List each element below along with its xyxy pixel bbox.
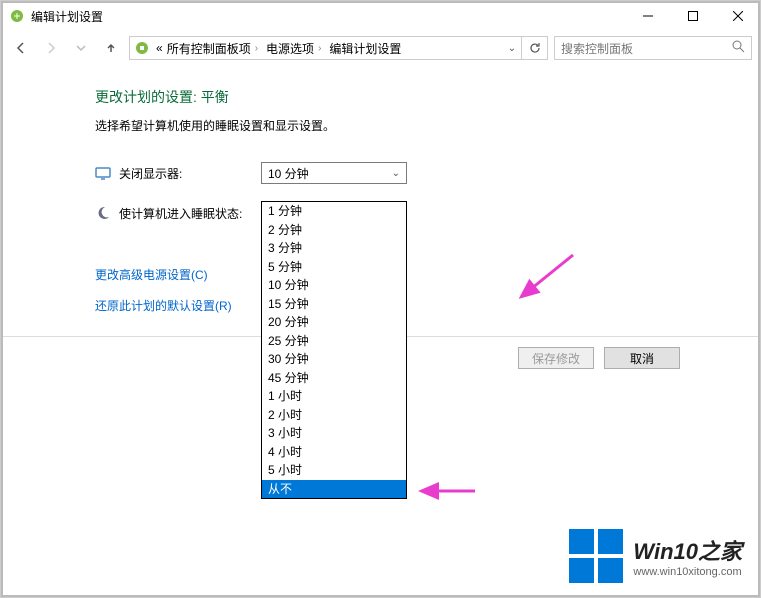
dropdown-option[interactable]: 3 小时 bbox=[262, 424, 406, 443]
window-title: 编辑计划设置 bbox=[31, 8, 103, 25]
content-area: 更改计划的设置: 平衡 选择希望计算机使用的睡眠设置和显示设置。 关闭显示器: … bbox=[1, 65, 760, 314]
breadcrumb-item[interactable]: 电源选项› bbox=[264, 40, 327, 57]
window-controls bbox=[625, 1, 760, 31]
minimize-button[interactable] bbox=[625, 1, 670, 31]
breadcrumb-item[interactable]: 所有控制面板项› bbox=[165, 40, 264, 57]
dropdown-option[interactable]: 2 小时 bbox=[262, 406, 406, 425]
combo-display-off[interactable]: 10 分钟 ⌄ bbox=[261, 162, 407, 184]
dropdown-option[interactable]: 从不 bbox=[262, 480, 406, 499]
monitor-icon bbox=[95, 165, 111, 181]
nav-up-button[interactable] bbox=[99, 36, 123, 60]
label-display-off: 关闭显示器: bbox=[119, 165, 182, 182]
search-placeholder: 搜索控制面板 bbox=[561, 40, 633, 57]
nav-recent-button[interactable] bbox=[69, 36, 93, 60]
breadcrumb-prefix: « bbox=[154, 41, 165, 55]
chevron-right-icon: › bbox=[314, 43, 325, 54]
refresh-button[interactable] bbox=[521, 36, 547, 60]
maximize-button[interactable] bbox=[670, 1, 715, 31]
close-button[interactable] bbox=[715, 1, 760, 31]
titlebar: 编辑计划设置 bbox=[1, 1, 760, 31]
toolbar: « 所有控制面板项› 电源选项› 编辑计划设置 ⌄ 搜索控制面板 bbox=[1, 31, 760, 65]
cancel-button[interactable]: 取消 bbox=[604, 347, 680, 369]
chevron-down-icon: ⌄ bbox=[392, 168, 400, 179]
dropdown-option[interactable]: 1 小时 bbox=[262, 387, 406, 406]
dropdown-option[interactable]: 5 小时 bbox=[262, 461, 406, 480]
search-input[interactable]: 搜索控制面板 bbox=[554, 36, 752, 60]
watermark-title: Win10之家 bbox=[633, 534, 742, 566]
address-bar[interactable]: « 所有控制面板项› 电源选项› 编辑计划设置 ⌄ bbox=[129, 36, 548, 60]
dropdown-option[interactable]: 10 分钟 bbox=[262, 276, 406, 295]
titlebar-left: 编辑计划设置 bbox=[9, 8, 103, 25]
row-sleep: 使计算机进入睡眠状态: 45 分钟 ⌄ bbox=[95, 202, 740, 224]
dropdown-option[interactable]: 15 分钟 bbox=[262, 295, 406, 314]
watermark: Win10之家 www.win10xitong.com bbox=[569, 529, 742, 583]
watermark-url: www.win10xitong.com bbox=[633, 566, 742, 578]
dropdown-option[interactable]: 20 分钟 bbox=[262, 313, 406, 332]
link-advanced-settings[interactable]: 更改高级电源设置(C) bbox=[95, 266, 740, 283]
breadcrumb-item[interactable]: 编辑计划设置 bbox=[327, 40, 403, 57]
row-display-off: 关闭显示器: 10 分钟 ⌄ bbox=[95, 162, 740, 184]
dropdown-option[interactable]: 25 分钟 bbox=[262, 332, 406, 351]
address-dropdown-button[interactable]: ⌄ bbox=[503, 43, 521, 54]
nav-back-button[interactable] bbox=[9, 36, 33, 60]
page-subtext: 选择希望计算机使用的睡眠设置和显示设置。 bbox=[95, 117, 740, 134]
window-icon bbox=[9, 8, 25, 24]
dropdown-option[interactable]: 45 分钟 bbox=[262, 369, 406, 388]
dropdown-option[interactable]: 1 分钟 bbox=[262, 202, 406, 221]
control-panel-icon bbox=[134, 40, 150, 56]
label-sleep: 使计算机进入睡眠状态: bbox=[119, 205, 242, 222]
combo-display-off-value: 10 分钟 bbox=[268, 165, 309, 182]
page-heading: 更改计划的设置: 平衡 bbox=[95, 87, 740, 107]
dropdown-option[interactable]: 4 小时 bbox=[262, 443, 406, 462]
save-button[interactable]: 保存修改 bbox=[518, 347, 594, 369]
nav-forward-button[interactable] bbox=[39, 36, 63, 60]
chevron-right-icon: › bbox=[251, 43, 262, 54]
search-icon bbox=[732, 40, 745, 56]
sleep-dropdown-list[interactable]: 1 分钟2 分钟3 分钟5 分钟10 分钟15 分钟20 分钟25 分钟30 分… bbox=[261, 201, 407, 499]
dropdown-option[interactable]: 2 分钟 bbox=[262, 221, 406, 240]
dropdown-option[interactable]: 30 分钟 bbox=[262, 350, 406, 369]
dropdown-option[interactable]: 3 分钟 bbox=[262, 239, 406, 258]
windows-logo-icon bbox=[569, 529, 623, 583]
link-restore-defaults[interactable]: 还原此计划的默认设置(R) bbox=[95, 297, 740, 314]
annotation-arrow-bottom bbox=[413, 481, 483, 501]
moon-icon bbox=[95, 205, 111, 221]
dropdown-option[interactable]: 5 分钟 bbox=[262, 258, 406, 277]
